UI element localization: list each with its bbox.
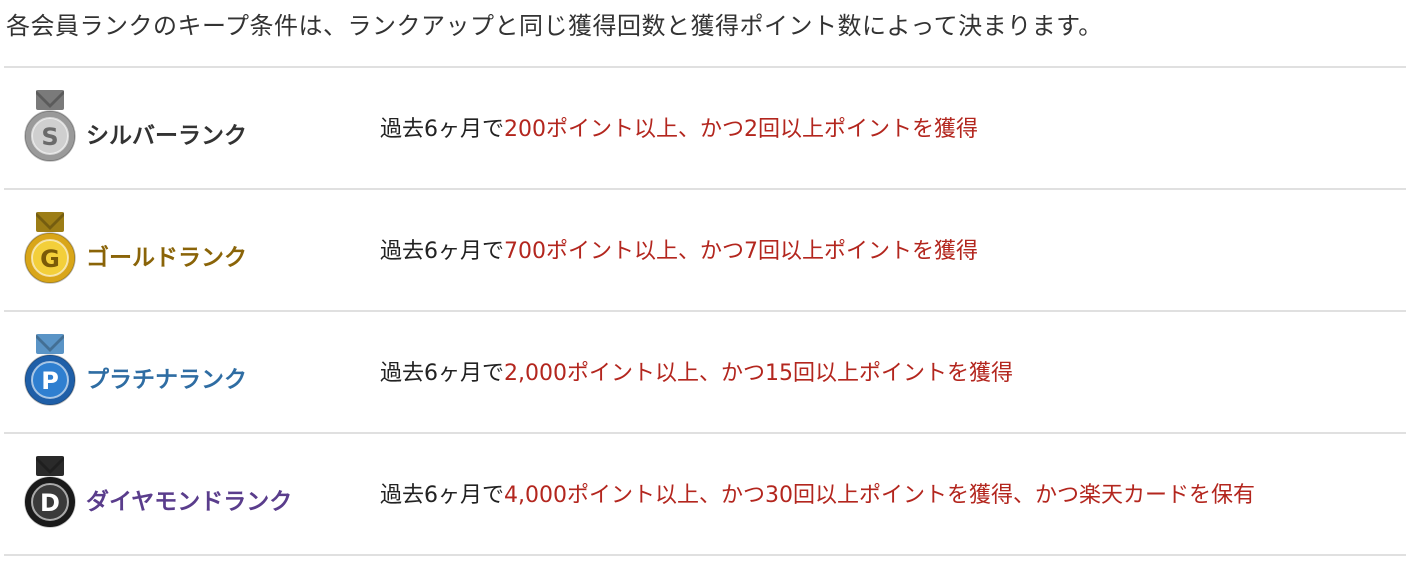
gold-medal-letter: G (40, 245, 60, 273)
platinum-medal-icon: P (24, 334, 76, 406)
condition-detail: 700ポイント以上、かつ7回以上ポイントを獲得 (504, 239, 978, 264)
condition-prefix: 過去6ヶ月で (380, 117, 504, 142)
rank-condition-diamond: 過去6ヶ月で4,000ポイント以上、かつ30回以上ポイントを獲得、かつ楽天カード… (380, 478, 1255, 514)
condition-detail: 4,000ポイント以上、かつ30回以上ポイントを獲得、かつ楽天カードを保有 (504, 483, 1255, 508)
rank-name-silver: シルバーランク (86, 123, 247, 149)
platinum-medal-letter: P (41, 367, 59, 395)
rank-name-platinum: プラチナランク (86, 367, 247, 393)
diamond-medal-letter: D (40, 489, 60, 517)
rank-condition-platinum: 過去6ヶ月で2,000ポイント以上、かつ15回以上ポイントを獲得 (380, 356, 1013, 392)
rank-keep-table: S シルバーランク 過去6ヶ月で200ポイント以上、かつ2回以上ポイントを獲得 … (4, 66, 1406, 556)
rank-row-diamond: D ダイヤモンドランク 過去6ヶ月で4,000ポイント以上、かつ30回以上ポイン… (4, 434, 1406, 556)
rank-name-gold: ゴールドランク (86, 245, 247, 271)
rank-row-platinum: P プラチナランク 過去6ヶ月で2,000ポイント以上、かつ15回以上ポイントを… (4, 312, 1406, 434)
condition-detail: 200ポイント以上、かつ2回以上ポイントを獲得 (504, 117, 978, 142)
rank-condition-silver: 過去6ヶ月で200ポイント以上、かつ2回以上ポイントを獲得 (380, 112, 978, 148)
silver-medal-letter: S (41, 123, 58, 151)
condition-detail: 2,000ポイント以上、かつ15回以上ポイントを獲得 (504, 361, 1013, 386)
diamond-medal-icon: D (24, 456, 76, 528)
rank-row-gold: G ゴールドランク 過去6ヶ月で700ポイント以上、かつ7回以上ポイントを獲得 (4, 190, 1406, 312)
rank-name-diamond: ダイヤモンドランク (86, 489, 293, 515)
rank-condition-gold: 過去6ヶ月で700ポイント以上、かつ7回以上ポイントを獲得 (380, 234, 978, 270)
condition-prefix: 過去6ヶ月で (380, 239, 504, 264)
gold-medal-icon: G (24, 212, 76, 284)
condition-prefix: 過去6ヶ月で (380, 361, 504, 386)
rank-row-silver: S シルバーランク 過去6ヶ月で200ポイント以上、かつ2回以上ポイントを獲得 (4, 68, 1406, 190)
silver-medal-icon: S (24, 90, 76, 162)
intro-text: 各会員ランクのキープ条件は、ランクアップと同じ獲得回数と獲得ポイント数によって決… (6, 12, 1103, 40)
condition-prefix: 過去6ヶ月で (380, 483, 504, 508)
